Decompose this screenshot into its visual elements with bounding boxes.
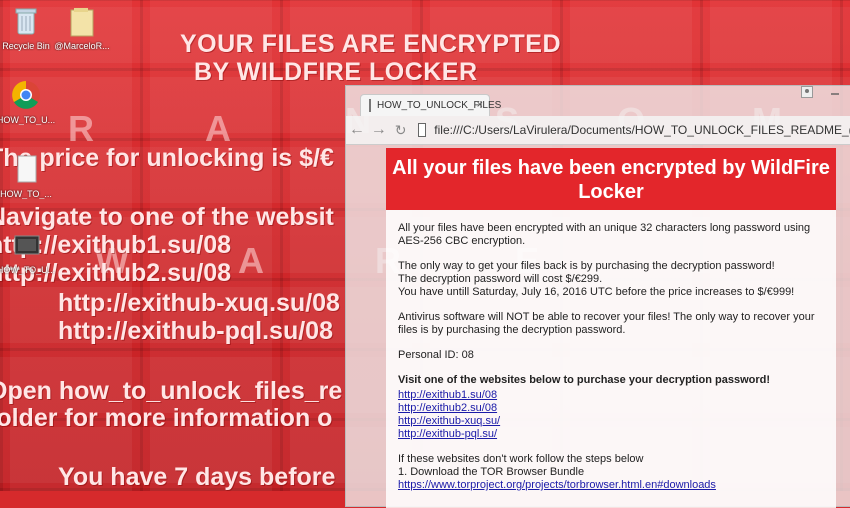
recycle-bin-icon (9, 4, 43, 38)
desktop-icon-label: Recycle Bin (2, 41, 50, 51)
page-icon (417, 123, 427, 137)
address-bar[interactable]: file:///C:/Users/LaVirulera/Documents/HO… (417, 123, 850, 137)
personal-id: Personal ID: 08 (398, 349, 474, 361)
user-profile-icon[interactable] (794, 86, 820, 102)
paragraph: Antivirus software will NOT be able to r… (398, 311, 815, 336)
wallpaper-title-line1: YOUR FILES ARE ENCRYPTED (180, 30, 562, 58)
page-icon (369, 99, 371, 112)
desktop-icon-label: HOW_TO_... (0, 189, 52, 199)
wallpaper-title-line2: BY WILDFIRE LOCKER (194, 58, 478, 86)
forward-arrow-icon[interactable]: → (368, 121, 390, 139)
wallpaper-line: http://exithub-pql.su/08 (58, 317, 333, 345)
tab-close-icon[interactable]: × (477, 99, 483, 111)
back-arrow-icon[interactable]: ← (346, 121, 368, 139)
payment-link[interactable]: http://exithub-xuq.su/ (398, 415, 824, 428)
paragraph-line: You have untill Saturday, July 16, 2016 … (398, 286, 795, 298)
wallpaper-line: http://exithub-xuq.su/08 (58, 289, 340, 317)
minimize-icon[interactable] (822, 86, 848, 102)
browser-toolbar: ← → ↻ file:///C:/Users/LaVirulera/Docume… (346, 116, 850, 145)
paragraph-line: The decryption password will cost $/€299… (398, 273, 603, 285)
desktop-icon-label: @MarceloR... (54, 41, 110, 51)
payment-link[interactable]: http://exithub-pql.su/ (398, 428, 824, 441)
visit-instruction: Visit one of the websites below to purch… (398, 374, 771, 386)
wallpaper-line: You have 7 days before (58, 463, 336, 491)
image-file-icon (9, 228, 43, 262)
address-bar-url: file:///C:/Users/LaVirulera/Documents/HO… (434, 123, 850, 137)
desktop-icon-folder[interactable]: @MarceloR... (52, 4, 112, 51)
wallpaper-line: Open how_to_unlock_files_re (0, 377, 343, 405)
browser-window: HOW_TO_UNLOCK_FILES × ← → ↻ file:///C:/U… (345, 85, 850, 508)
paragraph-line: The only way to get your files back is b… (398, 260, 775, 272)
step-1: 1. Download the TOR Browser Bundle (398, 466, 585, 478)
reload-icon[interactable]: ↻ (390, 122, 412, 139)
desktop-icon-recycle-bin[interactable]: Recycle Bin (0, 4, 56, 51)
tab-bar: HOW_TO_UNLOCK_FILES × (346, 86, 850, 116)
steps-intro: If these websites don't work follow the … (398, 453, 644, 465)
desktop-icon-label: HOW_TO_U... (0, 115, 56, 125)
paragraph-block: The only way to get your files back is b… (398, 260, 824, 299)
desktop-icon-chrome-file[interactable]: HOW_TO_U... (0, 78, 56, 125)
folder-icon (65, 4, 99, 38)
paragraph: All your files have been encrypted with … (398, 222, 811, 247)
payment-link[interactable]: http://exithub2.su/08 (398, 402, 824, 415)
text-file-icon (9, 152, 43, 186)
wallpaper-line: folder for more information o (0, 404, 333, 432)
tor-download-link[interactable]: https://www.torproject.org/projects/torb… (398, 479, 824, 492)
wallpaper-letter: A (238, 240, 264, 281)
browser-tab[interactable]: HOW_TO_UNLOCK_FILES × (360, 94, 501, 116)
page-body: All your files have been encrypted with … (386, 210, 836, 492)
ransom-page: All your files have been encrypted by Wi… (386, 148, 836, 508)
payment-link[interactable]: http://exithub1.su/08 (398, 389, 824, 402)
desktop-icon-label: HOW_TO_U... (0, 265, 56, 275)
desktop-icon-text-file[interactable]: HOW_TO_... (0, 152, 56, 199)
desktop-icon-image-file[interactable]: HOW_TO_U... (0, 228, 56, 275)
page-heading: All your files have been encrypted by Wi… (386, 148, 836, 210)
chrome-icon (9, 78, 43, 112)
